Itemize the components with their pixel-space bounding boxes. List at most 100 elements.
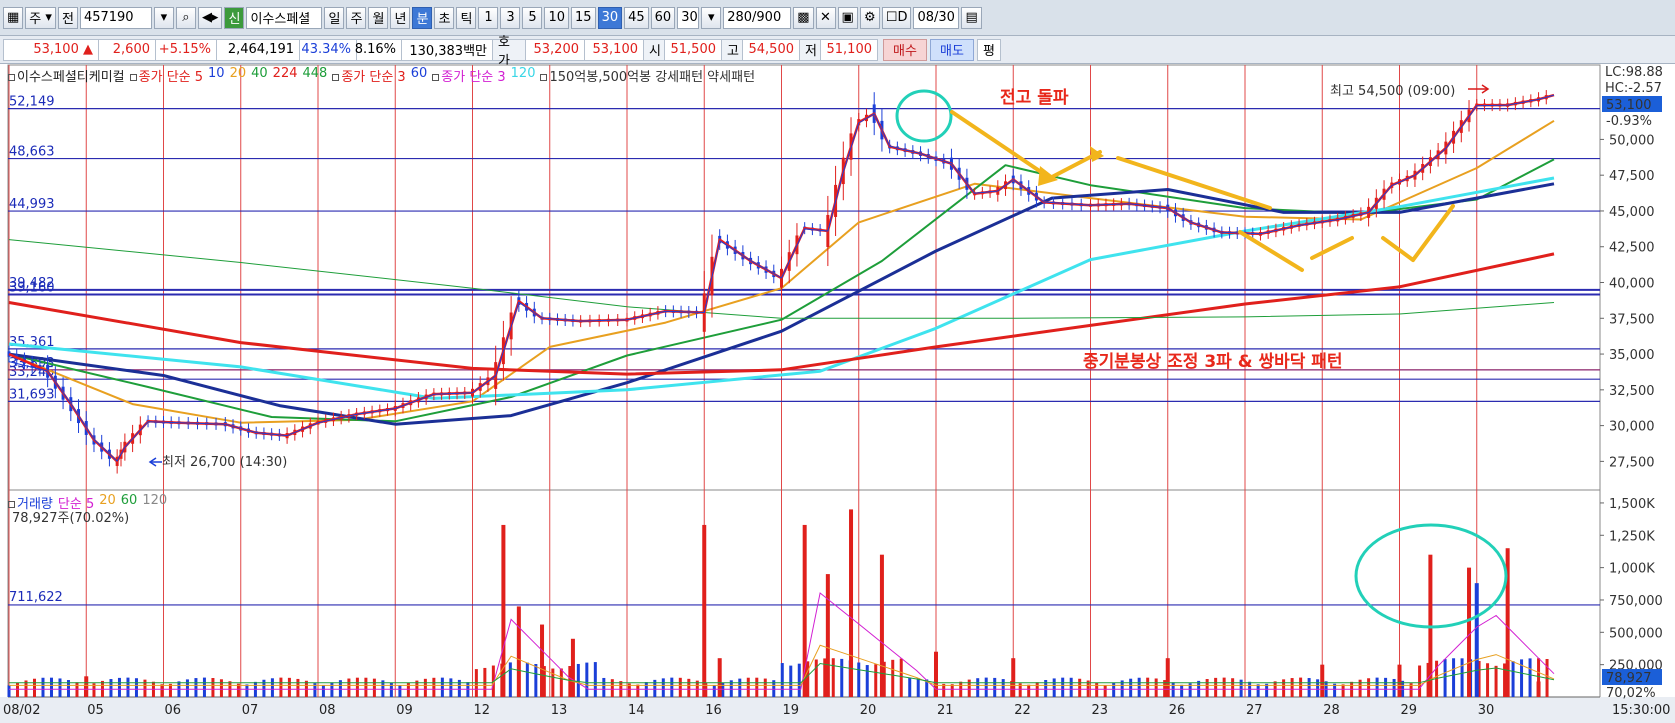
price-volume-chart[interactable]: 08/02 05 06 07 08 09 12 13 14 16 19 20 21 22 23 26 27 28 2… [0, 0, 1675, 723]
low-note: 최저 26,700 (14:30) [162, 455, 287, 470]
volume-legend-item-1[interactable]: 단순 5 [58, 493, 94, 512]
volume-bar [661, 678, 665, 697]
volume-bar [1001, 679, 1005, 697]
price-legend-item-11[interactable]: 150억봉,500억봉 강세패턴 약세패턴 [540, 66, 755, 85]
x-tick-label: 22 [1014, 703, 1031, 718]
volume-bar [1452, 658, 1456, 697]
price-legend-item-10[interactable]: 120 [511, 66, 536, 85]
price-legend-item-4[interactable]: 40 [251, 66, 268, 85]
price-hline-label: 31,693 [9, 387, 55, 402]
x-tick-label: 28 [1323, 703, 1340, 718]
volume-bar [270, 678, 274, 697]
volume-bar [449, 678, 453, 697]
volume-bar [296, 678, 300, 697]
breakout-note: 전고 돌파 [1000, 88, 1069, 108]
price-hline-label: 52,149 [9, 95, 55, 110]
x-tick-label: 27 [1246, 703, 1263, 718]
volume-bar [1180, 684, 1184, 697]
volume-tag: 78,927 [1606, 671, 1652, 686]
price-legend-item-0[interactable]: 이수스페셜티케미컬 [8, 66, 125, 85]
legend-marker [129, 74, 137, 81]
volume-bar [636, 684, 640, 697]
price-legend-item-1[interactable]: 종가 단순 5 [129, 66, 203, 85]
x-tick-label: 08/02 [3, 703, 40, 718]
volume-bar [58, 678, 62, 697]
volume-bar [568, 666, 572, 697]
legend-text: 20 [99, 493, 116, 508]
price-legend: 이수스페셜티케미컬 종가 단순 5 10 20 40 224 448 종가 단순 3 60 종가 … [8, 66, 755, 85]
volume-legend-item-3[interactable]: 60 [121, 493, 138, 512]
volume-bar [134, 678, 138, 697]
volume-bar [857, 662, 861, 697]
volume-bar [1069, 677, 1073, 697]
volume-spike [934, 651, 938, 697]
price-legend-item-8[interactable]: 60 [411, 66, 428, 85]
volume-bar [1486, 663, 1490, 697]
volume-bar [610, 679, 614, 697]
x-tick-label: 12 [474, 703, 491, 718]
x-tick-label: 23 [1092, 703, 1109, 718]
volume-bar [806, 661, 810, 697]
price-legend-item-5[interactable]: 224 [273, 66, 298, 85]
volume-bar [1375, 677, 1379, 697]
legend-text: 종가 단순 3 [341, 70, 406, 85]
volume-tick-label: 750,000 [1609, 594, 1663, 609]
x-last-time: 15:30:00 [1612, 703, 1670, 718]
volume-bar [143, 679, 147, 697]
y-tick-label: 47,500 [1609, 169, 1655, 184]
y-tick-label: 45,000 [1609, 205, 1655, 220]
volume-bar [432, 677, 436, 697]
legend-text: 이수스페셜티케미컬 [17, 70, 125, 85]
legend-marker [332, 74, 340, 81]
y-tick-label: 30,000 [1609, 420, 1655, 435]
lc-label: LC:98.88 [1605, 65, 1663, 80]
volume-spike [570, 638, 575, 697]
volume-bar [984, 677, 988, 697]
volume-bar [1027, 684, 1031, 697]
volume-bar [1307, 678, 1311, 697]
volume-bar [950, 684, 954, 697]
volume-spike [879, 554, 884, 697]
price-legend-item-7[interactable]: 종가 단순 3 [332, 66, 406, 85]
volume-bar [1418, 665, 1422, 697]
volume-bar [967, 679, 971, 697]
volume-bar [593, 662, 597, 697]
price-legend-item-6[interactable]: 448 [303, 66, 328, 85]
y-tick-label: 37,500 [1609, 312, 1655, 327]
volume-bar [245, 684, 249, 697]
volume-bar [1061, 677, 1065, 697]
volume-legend-item-0[interactable]: 거래량 [8, 493, 53, 512]
price-legend-item-2[interactable]: 10 [208, 66, 225, 85]
volume-bar [1112, 682, 1116, 697]
volume-bar [1146, 677, 1150, 697]
volume-bar [160, 684, 164, 697]
price-legend-item-9[interactable]: 종가 단순 3 [432, 66, 506, 85]
volume-bar [202, 677, 206, 697]
volume-bar [1103, 685, 1107, 697]
x-tick-label: 30 [1478, 703, 1495, 718]
volume-bar [347, 678, 351, 697]
price-tag: 53,100 [1606, 98, 1652, 113]
volume-bar [721, 682, 725, 697]
volume-bar [865, 665, 869, 697]
volume-bar [908, 677, 912, 697]
price-legend-item-3[interactable]: 20 [230, 66, 247, 85]
volume-spike [516, 606, 521, 697]
volume-bar [534, 664, 538, 697]
volume-bar [746, 677, 750, 697]
legend-text: 224 [272, 66, 298, 81]
volume-bar [678, 677, 682, 697]
legend-text: 단순 5 [57, 497, 95, 512]
volume-bar [1129, 678, 1133, 697]
volume-bar [1239, 679, 1243, 697]
volume-bar [559, 668, 563, 697]
legend-text: 10 [208, 66, 225, 81]
volume-legend-item-4[interactable]: 120 [142, 493, 167, 512]
volume-bar [1052, 678, 1056, 697]
pattern-note: 중기분봉상 조정 3파 & 쌍바닥 패턴 [1083, 352, 1343, 372]
volume-bar [1316, 679, 1320, 697]
legend-text: 종가 단순 3 [441, 70, 506, 85]
volume-legend-item-2[interactable]: 20 [99, 493, 116, 512]
volume-bar [797, 663, 801, 697]
volume-bar [219, 679, 223, 697]
